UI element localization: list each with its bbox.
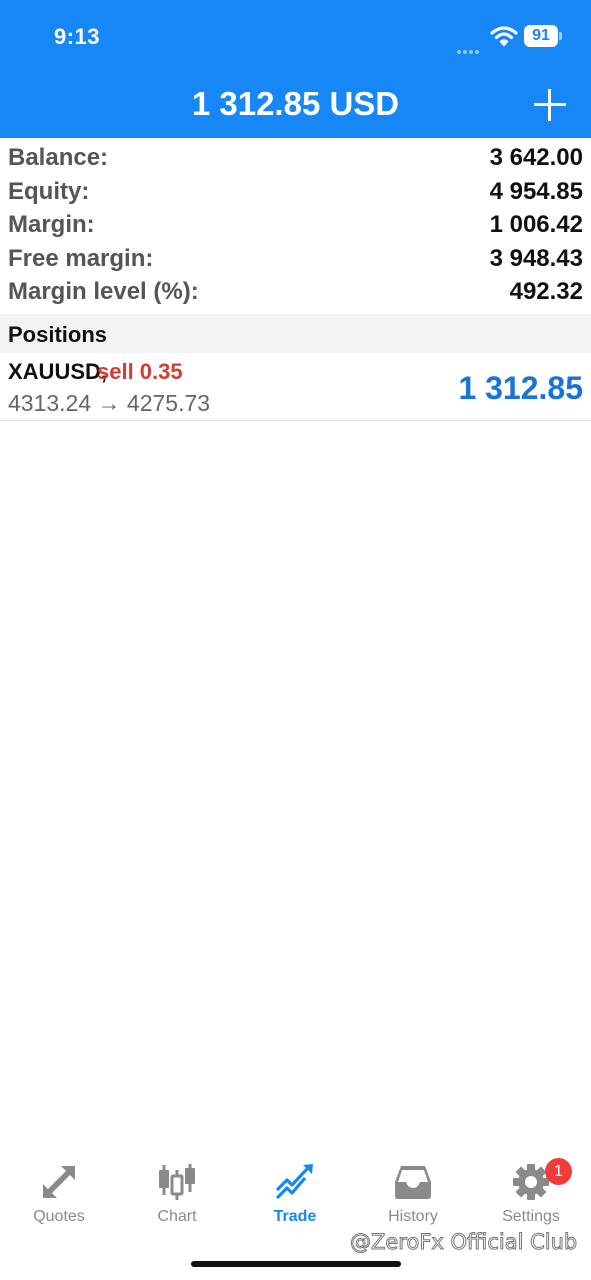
cellular-signal-icon xyxy=(457,41,481,59)
tab-label: Quotes xyxy=(33,1208,85,1225)
summary-value: 492.32 xyxy=(509,278,583,305)
status-time: 9:13 xyxy=(54,24,101,49)
home-indicator[interactable] xyxy=(191,1261,401,1267)
battery-level: 91 xyxy=(524,25,558,47)
summary-row-margin-level: Margin level (%): 492.32 xyxy=(0,276,591,310)
position-symbol: XAUUSD, xyxy=(8,359,108,384)
summary-row-margin: Margin: 1 006.42 xyxy=(0,209,591,243)
tab-quotes[interactable]: Quotes xyxy=(0,1150,118,1230)
tab-label: Settings xyxy=(502,1208,560,1225)
summary-label: Margin: xyxy=(8,211,95,238)
candlestick-chart-icon xyxy=(159,1164,195,1200)
tab-history[interactable]: History xyxy=(354,1150,472,1230)
tab-chart[interactable]: Chart xyxy=(118,1150,236,1230)
trade-trend-icon xyxy=(275,1164,313,1200)
position-profit: 1 312.85 xyxy=(458,370,583,406)
positions-title: Positions xyxy=(8,322,108,347)
tab-label: Chart xyxy=(157,1208,197,1225)
inbox-tray-icon xyxy=(395,1166,431,1199)
tab-settings[interactable]: 1 Settings xyxy=(472,1150,590,1230)
summary-label: Free margin: xyxy=(8,244,154,272)
tab-trade[interactable]: Trade xyxy=(236,1150,354,1230)
tab-label: Trade xyxy=(273,1208,317,1225)
summary-value: 3 642.00 xyxy=(489,144,583,171)
positions-section-header: Positions xyxy=(0,314,591,353)
account-profit-title: 1 312.85 USD xyxy=(191,85,400,122)
quotes-arrows-icon xyxy=(43,1166,75,1198)
wifi-icon xyxy=(490,26,518,47)
summary-value: 1 006.42 xyxy=(489,211,583,238)
summary-label: Equity: xyxy=(8,177,90,205)
summary-value: 3 948.43 xyxy=(489,244,583,272)
summary-row-free-margin: Free margin: 3 948.43 xyxy=(0,243,591,277)
tab-label: History xyxy=(388,1208,438,1225)
summary-label: Margin level (%): xyxy=(8,278,199,305)
add-order-button[interactable] xyxy=(534,89,566,121)
summary-row-balance: Balance: 3 642.00 xyxy=(0,142,591,176)
watermark: @ZeroFx Official Club xyxy=(349,1230,578,1255)
settings-notification-badge: 1 xyxy=(545,1158,572,1185)
bottom-tab-bar: Quotes Chart Trade History 1 Settings xyxy=(0,1150,591,1240)
summary-label: Balance: xyxy=(8,144,109,171)
summary-row-equity: Equity: 4 954.85 xyxy=(0,176,591,210)
position-prices: 4313.24 → 4275.73 xyxy=(8,390,211,416)
position-row[interactable]: XAUUSD, sell 0.35 4313.24 → 4275.73 1 31… xyxy=(0,353,591,421)
header-bar: 9:13 91 1 312.85 USD xyxy=(0,0,591,138)
battery-icon: 91 xyxy=(524,25,562,47)
account-summary: Balance: 3 642.00 Equity: 4 954.85 Margi… xyxy=(0,142,591,310)
summary-value: 4 954.85 xyxy=(489,177,583,205)
position-side-volume: sell 0.35 xyxy=(97,359,183,384)
